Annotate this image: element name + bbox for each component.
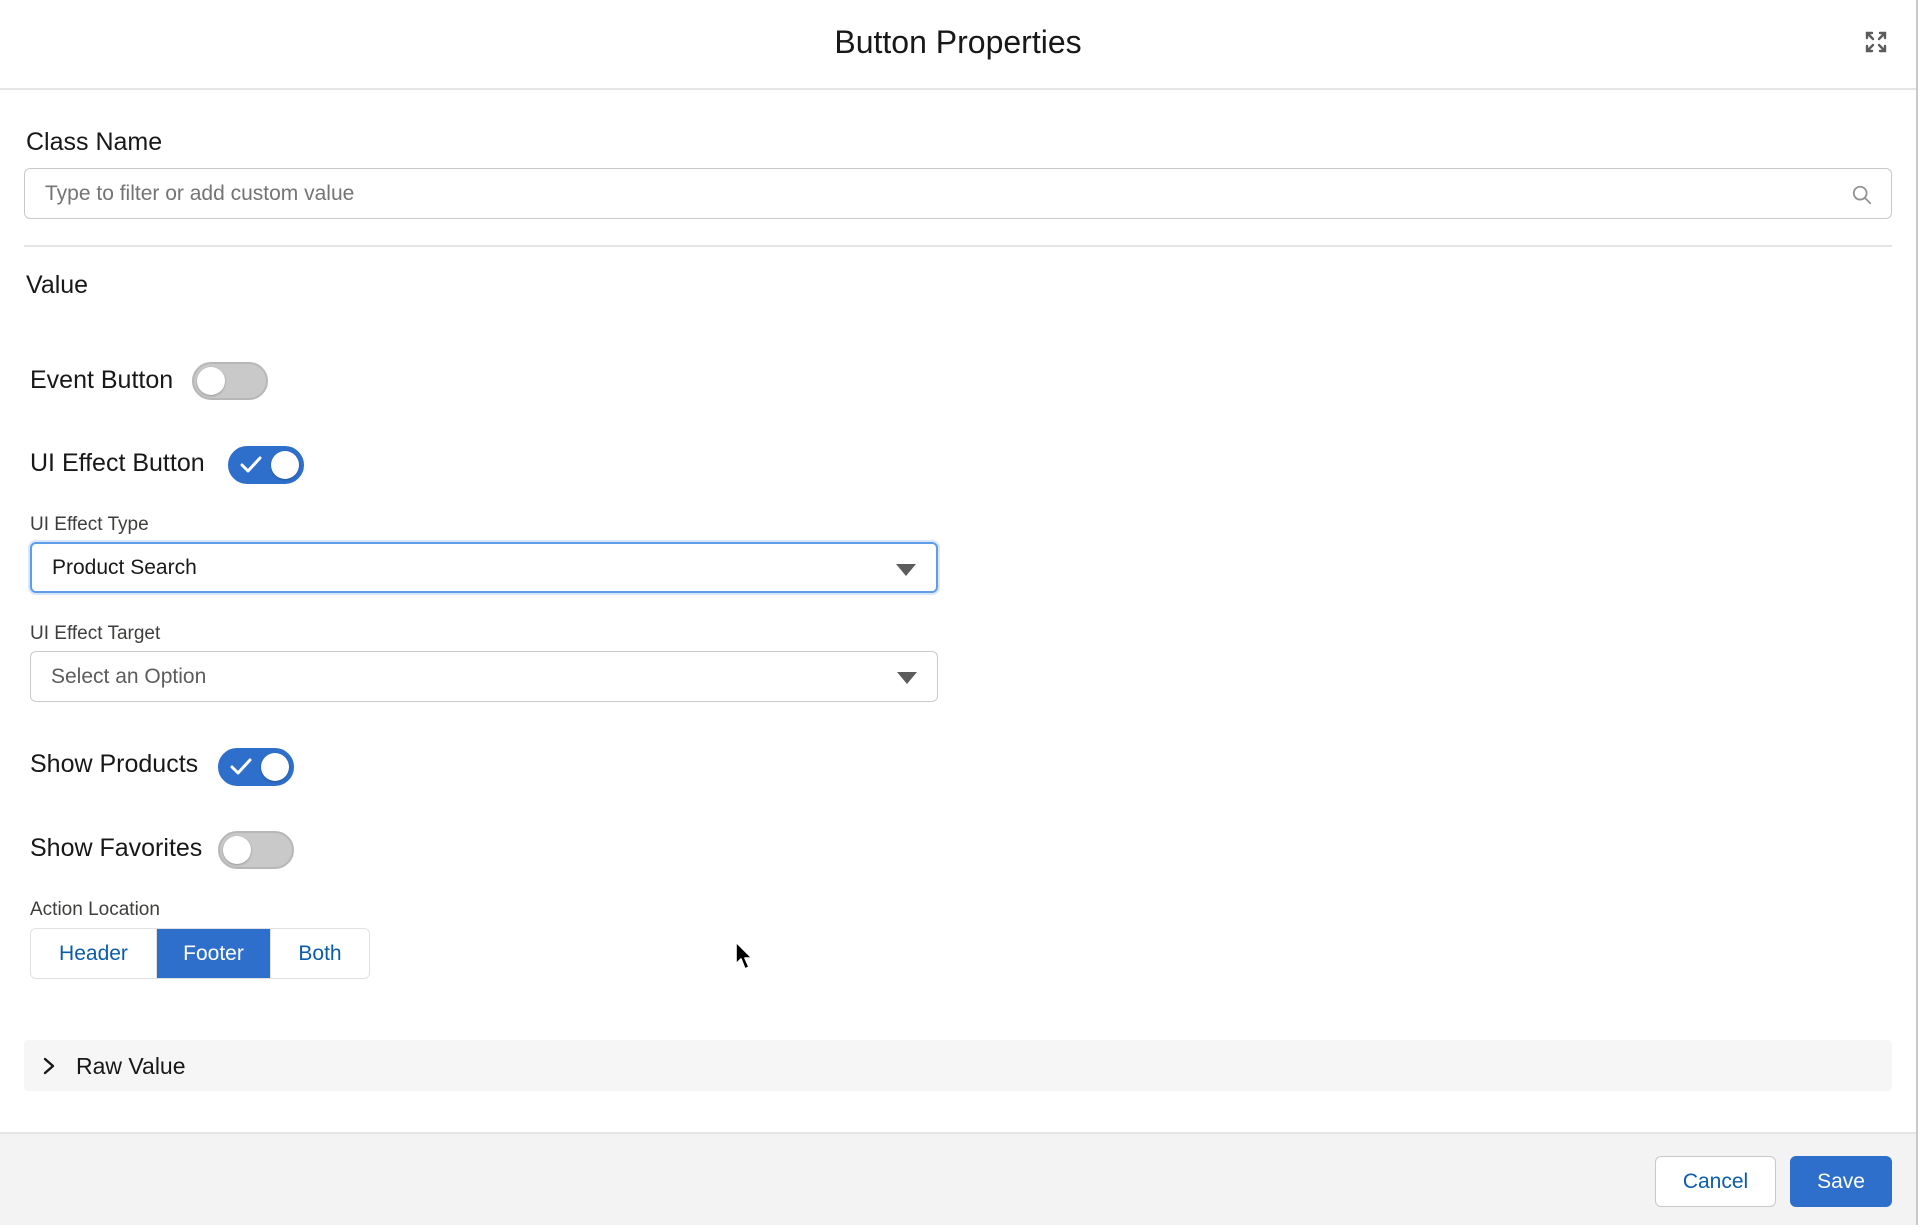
action-location-both-button[interactable]: Both xyxy=(270,929,369,978)
mouse-pointer-icon xyxy=(735,941,753,970)
class-name-combobox[interactable] xyxy=(24,168,1892,219)
value-heading: Value xyxy=(26,271,89,299)
action-location-label: Action Location xyxy=(30,899,160,920)
ui-effect-type-select[interactable]: Product Search xyxy=(30,542,938,593)
ui-effect-target-select[interactable]: Select an Option xyxy=(30,651,938,702)
class-name-input[interactable] xyxy=(25,169,1891,218)
ui-effect-button-label: UI Effect Button xyxy=(30,449,205,477)
chevron-down-icon xyxy=(896,564,916,576)
toggle-knob xyxy=(223,836,251,864)
button-properties-modal: Button Properties Class Name Value Event… xyxy=(0,0,1918,1225)
show-products-toggle[interactable] xyxy=(218,748,294,786)
chevron-down-icon xyxy=(897,672,917,684)
check-icon xyxy=(240,456,262,473)
modal-header: Button Properties xyxy=(0,0,1916,90)
toggle-knob xyxy=(271,451,299,479)
action-location-header-button[interactable]: Header xyxy=(31,929,156,978)
toggle-knob xyxy=(197,367,225,395)
save-button[interactable]: Save xyxy=(1790,1156,1892,1207)
show-favorites-label: Show Favorites xyxy=(30,834,203,862)
show-products-label: Show Products xyxy=(30,750,199,778)
class-name-label: Class Name xyxy=(26,128,163,156)
chevron-right-icon xyxy=(43,1057,55,1075)
raw-value-accordion[interactable]: Raw Value xyxy=(24,1040,1892,1091)
expand-icon[interactable] xyxy=(1864,30,1888,54)
cancel-button[interactable]: Cancel xyxy=(1655,1156,1776,1207)
action-location-button-group: Header Footer Both xyxy=(30,928,370,979)
event-button-label: Event Button xyxy=(30,366,174,394)
event-button-toggle[interactable] xyxy=(192,362,268,400)
show-favorites-toggle[interactable] xyxy=(218,831,294,869)
check-icon xyxy=(230,758,252,775)
modal-footer: Cancel Save xyxy=(0,1132,1916,1225)
search-icon xyxy=(1852,185,1872,205)
action-location-footer-button[interactable]: Footer xyxy=(156,929,270,978)
ui-effect-type-value: Product Search xyxy=(52,555,197,579)
ui-effect-target-value: Select an Option xyxy=(51,664,207,688)
section-divider xyxy=(24,245,1892,247)
ui-effect-button-toggle[interactable] xyxy=(228,446,304,484)
raw-value-label: Raw Value xyxy=(76,1053,186,1079)
ui-effect-target-label: UI Effect Target xyxy=(30,623,161,644)
ui-effect-type-label: UI Effect Type xyxy=(30,514,149,535)
toggle-knob xyxy=(261,753,289,781)
modal-title: Button Properties xyxy=(834,24,1082,60)
